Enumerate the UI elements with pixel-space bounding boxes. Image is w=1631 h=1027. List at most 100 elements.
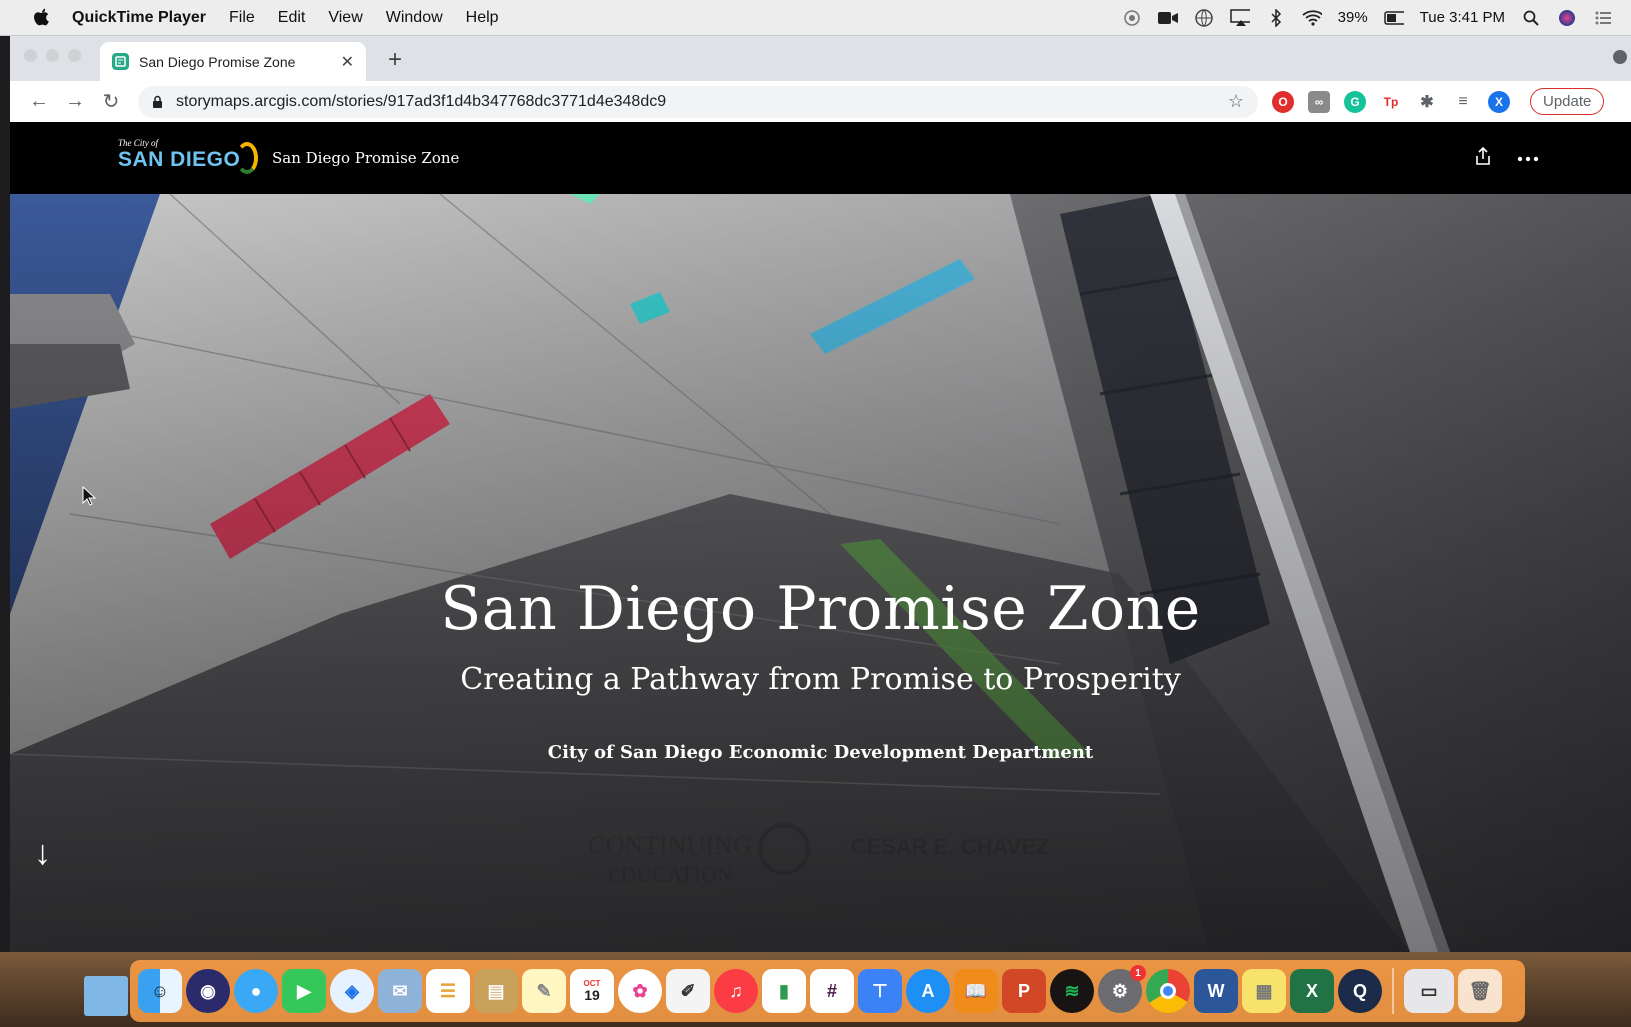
storymaps-favicon-icon (112, 53, 129, 70)
minimize-window-button[interactable] (46, 49, 59, 62)
status-area: 39% Tue 3:41 PM (1122, 8, 1631, 28)
slack-icon[interactable]: # (810, 969, 854, 1013)
svg-text:CONTINUING: CONTINUING (588, 831, 751, 860)
lock-icon[interactable] (152, 95, 164, 109)
more-options-icon[interactable] (1517, 149, 1539, 167)
facetime-icon[interactable]: ▶ (282, 969, 326, 1013)
url-text[interactable]: storymaps.arcgis.com/stories/917ad3f1d4b… (176, 93, 666, 111)
powerpoint-icon[interactable]: P (1002, 969, 1046, 1013)
menu-window[interactable]: Window (386, 9, 443, 27)
battery-percent: 39% (1337, 9, 1368, 26)
reading-list-icon[interactable]: ≡ (1452, 90, 1474, 113)
tab-title: San Diego Promise Zone (139, 53, 296, 70)
mouse-pointer-icon (82, 485, 97, 511)
address-bar[interactable]: storymaps.arcgis.com/stories/917ad3f1d4b… (138, 85, 1258, 118)
new-tab-button[interactable]: + (388, 46, 402, 74)
profile-avatar[interactable]: X (1488, 90, 1510, 113)
menu-file[interactable]: File (229, 9, 255, 27)
svg-text:EDUCATION: EDUCATION (607, 862, 733, 887)
menu-edit[interactable]: Edit (278, 9, 306, 27)
calendar-icon[interactable]: OCT 19 (570, 969, 614, 1013)
safari-icon[interactable]: ◈ (330, 969, 374, 1013)
logo-big-text: SAN DIEGO (118, 148, 241, 171)
back-arrow-icon[interactable]: ← (24, 90, 54, 113)
tab-search-icon[interactable] (1613, 50, 1627, 64)
tab-strip: San Diego Promise Zone ✕ + (10, 36, 1631, 81)
keynote-icon[interactable]: ⊤ (858, 969, 902, 1013)
notification-badge: 1 (1130, 965, 1146, 981)
forward-arrow-icon[interactable]: → (60, 90, 90, 113)
browser-tab-active[interactable]: San Diego Promise Zone ✕ (100, 42, 366, 81)
menu-view[interactable]: View (328, 9, 362, 27)
puzzle-extensions-icon[interactable]: ✱ (1416, 90, 1438, 113)
zoom-window-button[interactable] (68, 49, 81, 62)
excel-icon[interactable]: X (1290, 969, 1334, 1013)
quicktime-icon[interactable]: Q (1338, 969, 1382, 1013)
numbers-icon[interactable]: ▮ (762, 969, 806, 1013)
camera-icon[interactable] (1157, 8, 1178, 28)
menu-help[interactable]: Help (466, 9, 499, 27)
close-tab-icon[interactable]: ✕ (341, 52, 354, 72)
reload-icon[interactable]: ↻ (96, 89, 126, 114)
wifi-icon[interactable] (1302, 8, 1322, 28)
photos-icon[interactable]: ✿ (618, 969, 662, 1013)
desktop-wallpaper-strip: ☺ ◉ ● ▶ ◈ ✉ ☰ ▤ ✎ OCT 19 ✿ ✐ ♫ ▮ # ⊤ A 📖… (0, 952, 1631, 1027)
calendar-day: 19 (584, 987, 600, 1003)
hero-title: San Diego Promise Zone (440, 574, 1201, 644)
opera-extension-icon[interactable]: O (1272, 90, 1294, 113)
bookmark-star-icon[interactable]: ☆ (1228, 91, 1244, 112)
trash-icon[interactable]: 🗑 (1458, 969, 1502, 1013)
update-button[interactable]: Update (1530, 88, 1605, 115)
app-store-icon[interactable]: A (906, 969, 950, 1013)
textedit-icon[interactable]: ✐ (666, 969, 710, 1013)
contacts-icon[interactable]: ▤ (474, 969, 518, 1013)
menu-clock[interactable]: Tue 3:41 PM (1420, 9, 1505, 26)
close-window-button[interactable] (24, 49, 37, 62)
books-icon[interactable]: 📖 (954, 969, 998, 1013)
battery-icon[interactable] (1383, 8, 1404, 28)
airplay-icon[interactable] (1229, 8, 1250, 28)
tp-extension-icon[interactable]: Tp (1380, 90, 1402, 113)
story-header-title: San Diego Promise Zone (272, 149, 460, 167)
spotlight-search-icon[interactable] (1521, 8, 1541, 28)
menu-app-name[interactable]: QuickTime Player (72, 9, 206, 27)
macos-menu-bar: QuickTime Player File Edit View Window H… (0, 0, 1631, 36)
bluetooth-icon[interactable] (1266, 8, 1286, 28)
downloads-stack-icon[interactable]: ▭ (1404, 969, 1454, 1013)
globe-icon[interactable] (1194, 8, 1214, 28)
system-preferences-icon[interactable]: ⚙ 1 (1098, 965, 1146, 1013)
scroll-down-arrow-icon[interactable]: ↓ (34, 834, 51, 873)
notes-icon[interactable]: ✎ (522, 969, 566, 1013)
notification-center-icon[interactable] (1593, 8, 1613, 28)
share-icon[interactable] (1475, 146, 1491, 170)
word-icon[interactable]: W (1194, 969, 1238, 1013)
city-logo[interactable]: The City of SAN DIEGO (118, 138, 258, 178)
reader-extension-icon[interactable]: ∞ (1308, 90, 1330, 113)
chrome-icon[interactable] (1146, 969, 1190, 1013)
reminders-icon[interactable]: ☰ (426, 969, 470, 1013)
apple-icon[interactable] (30, 7, 52, 29)
hero-byline: City of San Diego Economic Development D… (547, 742, 1094, 763)
logo-swoosh-icon (236, 142, 258, 174)
finder-icon[interactable]: ☺ (138, 969, 182, 1013)
spotify-icon[interactable]: ≋ (1050, 969, 1094, 1013)
extensions-bar: O ∞ G Tp ✱ ≡ X Update (1272, 88, 1605, 115)
stickies-icon[interactable]: ▦ (1242, 969, 1286, 1013)
mail-icon[interactable]: ✉ (378, 969, 422, 1013)
siri-dock-icon[interactable]: ◉ (186, 969, 230, 1013)
record-icon[interactable] (1122, 8, 1142, 28)
macos-dock: ☺ ◉ ● ▶ ◈ ✉ ☰ ▤ ✎ OCT 19 ✿ ✐ ♫ ▮ # ⊤ A 📖… (130, 960, 1525, 1022)
siri-icon[interactable] (1557, 8, 1577, 28)
logo-small-text: The City of (118, 138, 158, 148)
web-page: The City of SAN DIEGO San Diego Promise … (10, 122, 1631, 952)
building-photo: CONTINUING EDUCATION CESAR E. CHAVEZ (10, 194, 1631, 952)
music-icon[interactable]: ♫ (714, 969, 758, 1013)
messages-icon[interactable]: ● (234, 969, 278, 1013)
window-controls (24, 49, 81, 62)
story-header: The City of SAN DIEGO San Diego Promise … (10, 122, 1631, 194)
desktop-folder-icon[interactable] (84, 976, 128, 1016)
browser-chrome: San Diego Promise Zone ✕ + ← → ↻ storyma… (10, 36, 1631, 122)
grammarly-extension-icon[interactable]: G (1344, 90, 1366, 113)
browser-toolbar: ← → ↻ storymaps.arcgis.com/stories/917ad… (10, 81, 1631, 122)
header-actions (1475, 146, 1539, 170)
